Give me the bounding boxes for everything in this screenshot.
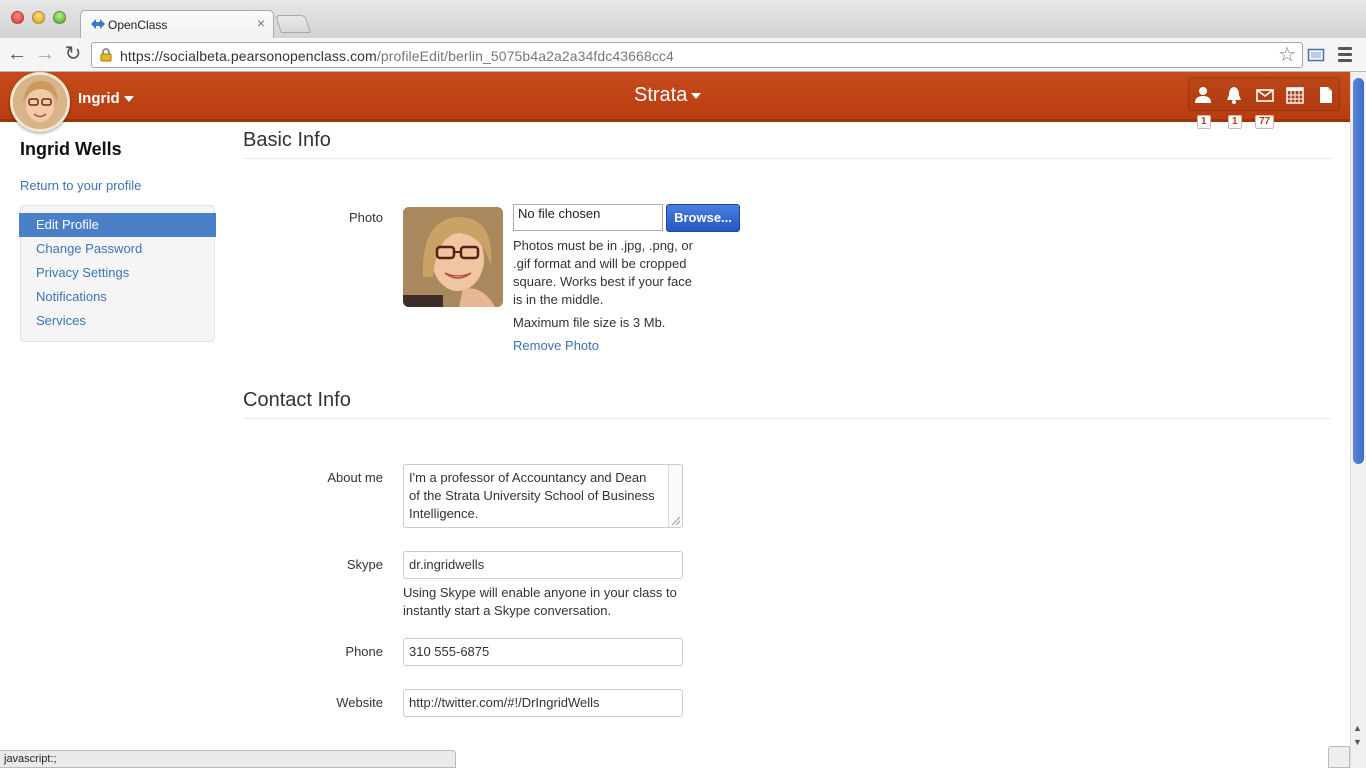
avatar-portrait-icon (13, 75, 67, 129)
about-me-label: About me (327, 470, 383, 485)
basic-info-heading: Basic Info (243, 129, 331, 151)
envelope-icon[interactable] (1256, 86, 1274, 104)
warning-lock-icon (100, 48, 112, 62)
photo-help-line: square. Works best if your face (513, 274, 692, 289)
photo-help-line: is in the middle. (513, 292, 604, 307)
close-window-button[interactable] (11, 11, 24, 24)
resize-handle-icon[interactable] (672, 517, 680, 525)
user-menu[interactable]: Ingrid (78, 90, 134, 107)
skype-help-text: Using Skype will enable anyone in your c… (403, 584, 693, 620)
remove-photo-link[interactable]: Remove Photo (513, 338, 599, 353)
skype-help-line: Using Skype will enable anyone in your c… (403, 585, 677, 600)
sidebar-item-notifications[interactable]: Notifications (21, 285, 216, 309)
photo-help-line: Photos must be in .jpg, .png, or (513, 238, 693, 253)
photo-help-line: .gif format and will be cropped (513, 256, 687, 271)
app-header: Ingrid Strata 1 1 77 (0, 72, 1350, 132)
profile-photo (403, 207, 503, 307)
photo-help-text: Photos must be in .jpg, .png, or .gif fo… (513, 237, 693, 309)
people-count-badge: 1 (1197, 115, 1211, 129)
browser-tab[interactable]: OpenClass × (80, 10, 274, 38)
browser-status-bar: javascript:; (0, 750, 456, 768)
chevron-down-icon (123, 96, 134, 103)
contact-info-heading: Contact Info (243, 389, 351, 411)
profile-name-heading: Ingrid Wells (20, 139, 122, 159)
person-icon[interactable] (1194, 86, 1212, 104)
sidebar-item-privacy-settings[interactable]: Privacy Settings (21, 261, 216, 285)
back-arrow-icon[interactable]: ← (6, 44, 28, 66)
about-me-textarea[interactable]: I'm a professor of Accountancy and Dean … (403, 464, 683, 528)
browse-button[interactable]: Browse... (666, 204, 740, 232)
return-to-profile-link[interactable]: Return to your profile (20, 178, 141, 193)
scroll-down-arrow-icon[interactable]: ▼ (1353, 737, 1362, 747)
url-path: /profileEdit/berlin_5075b4a2a2a34fdc4366… (376, 48, 674, 64)
phone-label: Phone (345, 644, 383, 659)
sidebar-item-change-password[interactable]: Change Password (21, 237, 216, 261)
browser-toolbar: ← → ↻ https://socialbeta.pearsonopenclas… (0, 38, 1366, 72)
skype-help-line: instantly start a Skype conversation. (403, 603, 612, 618)
phone-input[interactable]: 310 555-6875 (403, 638, 683, 666)
course-switcher[interactable]: Strata (634, 84, 702, 107)
photo-file-input[interactable]: No file chosen (513, 204, 663, 231)
skype-input[interactable]: dr.ingridwells (403, 551, 683, 579)
document-icon[interactable] (1317, 86, 1335, 104)
scrollbar-thumb[interactable] (1353, 78, 1364, 464)
header-icon-group: 1 1 77 (1188, 77, 1340, 129)
user-menu-label: Ingrid (78, 90, 120, 107)
section-divider (243, 418, 1331, 419)
sidebar-item-services[interactable]: Services (21, 309, 216, 333)
profile-portrait-icon (403, 207, 503, 307)
window-resize-corner[interactable] (1328, 746, 1350, 768)
tab-close-icon[interactable]: × (257, 16, 265, 30)
about-me-line: I'm a professor of Accountancy and Dean (409, 470, 647, 485)
sidebar-item-edit-profile[interactable]: Edit Profile (19, 213, 216, 237)
browser-tabstrip: OpenClass × (0, 0, 1366, 38)
fullscreen-icon[interactable] (1307, 46, 1325, 64)
browser-menu-icon[interactable] (1338, 47, 1352, 63)
settings-sidebar-nav: Edit Profile Change Password Privacy Set… (19, 205, 216, 342)
notification-count-badge: 1 (1228, 115, 1242, 129)
website-label: Website (336, 695, 383, 710)
openclass-favicon-icon (91, 19, 105, 29)
about-me-line: of the Strata University School of Busin… (409, 488, 655, 503)
section-divider (243, 158, 1331, 159)
calendar-icon[interactable] (1286, 86, 1304, 104)
max-file-size-text: Maximum file size is 3 Mb. (513, 315, 666, 330)
user-avatar[interactable] (10, 72, 70, 132)
page-scrollbar[interactable]: ▲ ▼ (1350, 72, 1366, 768)
new-tab-button[interactable] (275, 15, 311, 33)
bell-icon[interactable] (1225, 86, 1243, 104)
scroll-up-arrow-icon[interactable]: ▲ (1353, 723, 1362, 733)
course-name: Strata (634, 84, 688, 106)
about-me-line: Intelligence. (409, 506, 479, 521)
website-input[interactable]: http://twitter.com/#!/DrIngridWells (403, 689, 683, 717)
photo-label: Photo (349, 210, 383, 225)
zoom-window-button[interactable] (53, 11, 66, 24)
address-bar[interactable]: https://socialbeta.pearsonopenclass.com/… (91, 42, 1303, 68)
minimize-window-button[interactable] (32, 11, 45, 24)
forward-arrow-icon[interactable]: → (34, 44, 56, 66)
chevron-down-icon (691, 92, 702, 99)
reload-icon[interactable]: ↻ (62, 44, 84, 66)
message-count-badge: 77 (1255, 115, 1275, 129)
tab-title: OpenClass (108, 18, 168, 32)
bookmark-star-icon[interactable]: ☆ (1278, 44, 1296, 66)
address-url: https://socialbeta.pearsonopenclass.com/… (120, 48, 674, 64)
skype-label: Skype (346, 557, 383, 572)
url-host: https://socialbeta.pearsonopenclass.com (120, 48, 377, 64)
